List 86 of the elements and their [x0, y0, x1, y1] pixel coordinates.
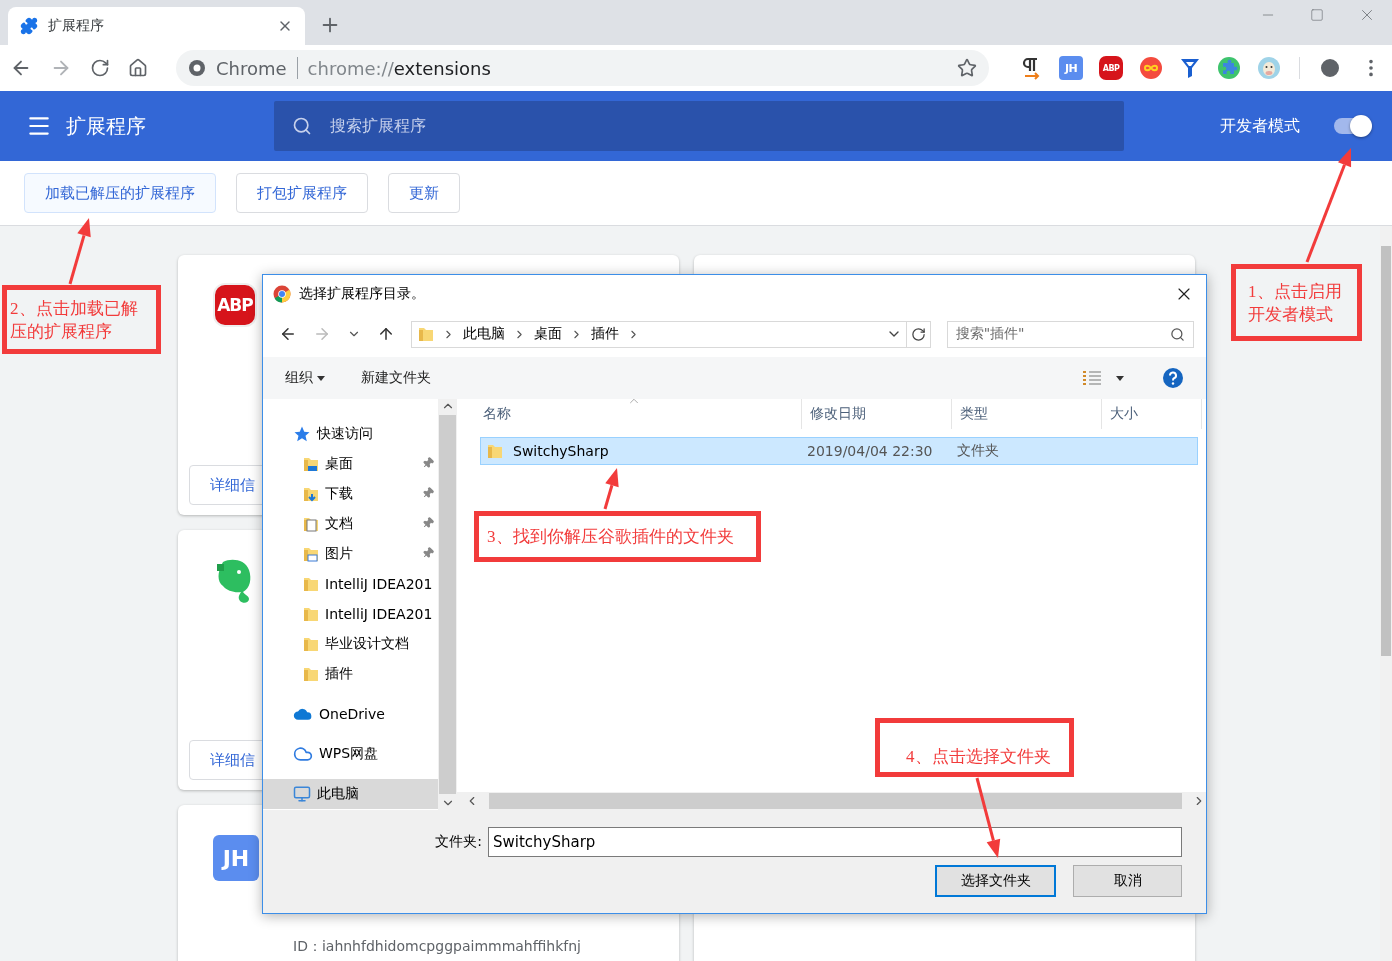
page-title: 扩展程序 — [66, 112, 147, 140]
star-icon — [293, 425, 311, 443]
home-icon[interactable] — [128, 58, 148, 78]
path-bar[interactable]: 此电脑 桌面 插件 — [411, 320, 931, 348]
annotation-text: 2、点击加载已解 — [10, 297, 139, 320]
dialog-button[interactable]: 选择文件夹 — [935, 865, 1056, 897]
site-info-icon — [188, 59, 206, 77]
nav-item[interactable]: IntelliJ IDEA201 — [263, 599, 438, 629]
up-icon[interactable] — [377, 325, 395, 343]
dialog-title: 选择扩展程序目录。 — [299, 285, 426, 303]
tab-title: 扩展程序 — [48, 17, 105, 35]
column-header[interactable]: 修改日期 — [802, 399, 952, 429]
path-segment[interactable]: 桌面 — [534, 325, 562, 343]
url-text: chrome://extensions — [307, 57, 492, 79]
file-date: 2019/04/04 22:30 — [807, 443, 933, 459]
extension-id: ID：iahnhfdhidomcpggpaimmmahffihkfnj — [293, 938, 581, 956]
reload-icon[interactable] — [90, 58, 110, 78]
scrollbar[interactable] — [438, 399, 457, 810]
nav-item[interactable]: IntelliJ IDEA201 — [263, 569, 438, 599]
path-segment[interactable]: 此电脑 — [463, 325, 505, 343]
folder-icon — [487, 443, 503, 459]
dialog-button[interactable]: 取消 — [1073, 865, 1182, 897]
folder-label: 文件夹: — [435, 833, 482, 851]
annotation-arrow — [603, 468, 619, 510]
column-header[interactable]: 名称 — [475, 399, 802, 429]
command-button[interactable]: 组织 — [285, 369, 325, 387]
action-button[interactable]: 加载已解压的扩展程序 — [24, 173, 216, 213]
extension-logo: ABP — [213, 283, 257, 327]
computer-icon — [293, 785, 311, 803]
puzzle-icon — [20, 17, 38, 35]
folder-icon — [303, 516, 319, 532]
folder-icon — [418, 326, 434, 342]
folder-icon — [303, 456, 319, 472]
path-segment[interactable]: 插件 — [591, 325, 619, 343]
help-icon[interactable] — [1162, 367, 1184, 389]
search-icon — [1170, 326, 1185, 342]
folder-icon — [303, 606, 319, 622]
folder-icon — [303, 576, 319, 592]
annotation-text: 压的扩展程序 — [10, 320, 113, 343]
view-options-icon[interactable] — [1082, 370, 1102, 386]
nav-item[interactable]: 文档 — [263, 509, 438, 539]
action-button[interactable]: 打包扩展程序 — [236, 173, 368, 213]
search-field[interactable]: 搜索扩展程序 — [274, 101, 1124, 151]
search-icon — [292, 116, 312, 136]
scrollbar[interactable] — [457, 792, 1206, 810]
bookmark-star-icon[interactable] — [957, 58, 978, 78]
search-field[interactable]: 搜索"插件" — [946, 320, 1194, 348]
column-header[interactable]: 类型 — [952, 399, 1102, 429]
annotation-text: 4、点击选择文件夹 — [906, 746, 1052, 768]
developer-mode-label: 开发者模式 — [1220, 115, 1300, 137]
address-bar[interactable]: Chrome chrome://extensions — [176, 50, 990, 86]
folder-input[interactable]: SwitchySharp — [488, 827, 1182, 857]
refresh-icon[interactable] — [910, 326, 926, 342]
cloud-icon — [293, 744, 313, 764]
column-header[interactable]: 大小 — [1102, 399, 1202, 429]
site-label: Chrome — [216, 57, 287, 79]
file-name: SwitchySharp — [513, 443, 609, 459]
nav-item[interactable]: OneDrive — [263, 699, 438, 729]
command-button[interactable]: 新建文件夹 — [361, 369, 431, 387]
file-type: 文件夹 — [957, 442, 999, 460]
puzzle-icon[interactable] — [1217, 56, 1242, 80]
nav-item[interactable]: 毕业设计文档 — [263, 629, 438, 659]
browser-tab[interactable]: 扩展程序 — [8, 7, 305, 45]
infinity-icon[interactable] — [1139, 56, 1164, 80]
funnel-icon[interactable] — [1179, 56, 1202, 80]
annotation-text: 3、找到你解压谷歌插件的文件夹 — [487, 526, 735, 548]
annotation-text: 开发者模式 — [1248, 303, 1334, 326]
nav-item[interactable]: 图片 — [263, 539, 438, 569]
nav-item[interactable]: 插件 — [263, 659, 438, 689]
annotation-text: 1、点击启用 — [1248, 280, 1343, 303]
nav-item[interactable]: 快速访问 — [263, 419, 438, 449]
chrome-logo — [273, 285, 291, 303]
folder-icon — [303, 546, 319, 562]
action-button[interactable]: 更新 — [388, 173, 460, 213]
nav-item[interactable]: 此电脑 — [263, 779, 438, 809]
back-icon[interactable] — [279, 325, 297, 343]
folder-icon — [303, 636, 319, 652]
extension-icon[interactable]: ABP — [1099, 56, 1124, 80]
file-row[interactable]: SwitchySharp 2019/04/04 22:30 文件夹 — [480, 437, 1198, 465]
caret-icon[interactable] — [1116, 375, 1124, 381]
cloud-icon — [293, 706, 313, 722]
profile-icon[interactable] — [1318, 56, 1342, 80]
folder-icon — [303, 666, 319, 682]
developer-mode-toggle[interactable] — [1334, 118, 1370, 134]
folder-icon — [303, 486, 319, 502]
extension-logo: JH — [213, 835, 259, 881]
